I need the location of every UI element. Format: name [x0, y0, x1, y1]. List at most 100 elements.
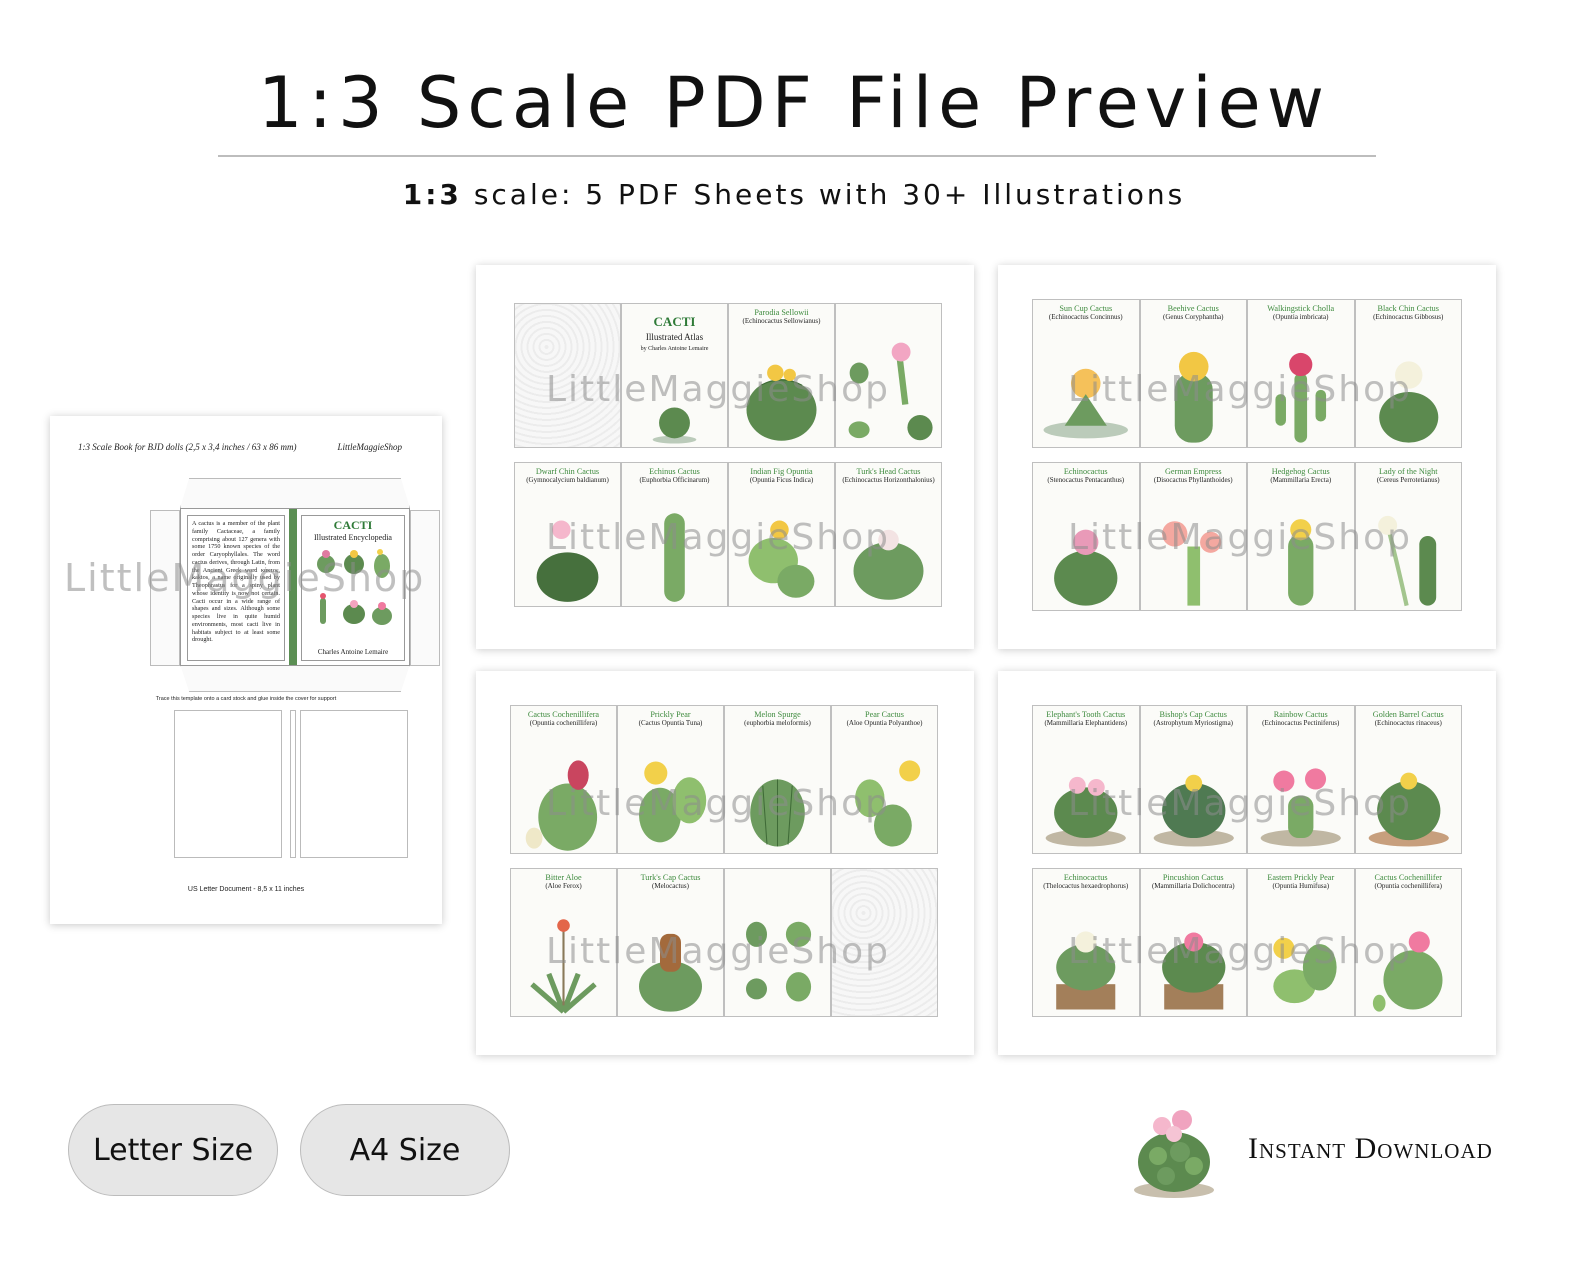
cactus-card-latin: (Opuntia Humifusa) — [1272, 882, 1330, 891]
sheet-3-grid: Cactus Cochenillifera (Opuntia cochenill… — [510, 705, 938, 1017]
cactus-card: Pear Cactus (Aloe Opuntia Polyanthoe) — [831, 705, 938, 854]
front-cover-title: CACTI — [333, 518, 373, 532]
letter-template-sheet: 1:3 Scale Book for BJD dolls (2,5 x 3,4 … — [50, 416, 442, 924]
cactus-card-latin: (Echinocactus Pectiniferus) — [1262, 719, 1340, 728]
instant-download-label: Instant Download — [1248, 1132, 1493, 1165]
cactus-card: Elephant's Tooth Cactus (Mammillaria Ele… — [1032, 705, 1140, 854]
cactus-card-name: Bitter Aloe — [545, 873, 582, 882]
cactus-illustration — [748, 520, 815, 598]
cover-flap-top — [180, 478, 410, 508]
cactus-card — [835, 303, 942, 448]
cactus-illustration — [750, 779, 805, 847]
cactus-card-latin: (Mammillaria Dolichocentra) — [1151, 882, 1235, 891]
cactus-illustration — [652, 407, 697, 444]
cactus-card-name: Black Chin Cactus — [1377, 304, 1439, 313]
cactus-card-name: Eastern Prickly Pear — [1267, 873, 1335, 882]
front-cover-cacti-illustration — [317, 549, 392, 625]
cactus-illustration — [1054, 529, 1118, 606]
book-spine — [289, 509, 297, 665]
cactus-card: Echinocactus (Thelocactus hexaedrophorus… — [1032, 868, 1140, 1017]
title-divider — [218, 155, 1376, 157]
cactus-card: Echinus Cactus (Euphorbia Officinarum) — [621, 462, 728, 607]
cactus-card-name: Echinocactus — [1063, 467, 1108, 476]
letter-sheet-footer: US Letter Document - 8,5 x 11 inches — [187, 886, 305, 893]
template-note: Trace this template onto a card stock an… — [155, 696, 337, 702]
cactus-card-name: Turk's Head Cactus — [856, 467, 921, 476]
front-cover-author: Charles Antoine Lemaire — [317, 648, 389, 656]
cactus-illustration — [1273, 937, 1337, 1004]
preview-sheet-4: Elephant's Tooth Cactus (Mammillaria Ele… — [998, 671, 1496, 1055]
cactus-illustration — [1161, 932, 1225, 1010]
cactus-card: Lady of the Night (Cereus Perrotetianus) — [1354, 462, 1462, 611]
subtitle-text: scale: 5 PDF Sheets with 30+ Illustratio… — [461, 178, 1186, 211]
sheet-1-grid: CACTI Illustrated Atlas by Charles Antoi… — [514, 303, 942, 607]
cactus-illustration — [1056, 931, 1116, 1010]
cactus-card-latin: (euphorbia meloformis) — [744, 719, 811, 728]
cactus-card-latin: (Genus Coryphantha) — [1163, 313, 1224, 322]
cactus-illustration — [530, 919, 597, 1014]
cactus-card-latin: (Echinocactus rinaceus) — [1374, 719, 1442, 728]
cactus-card-name: Beehive Cactus — [1167, 304, 1219, 313]
cactus-card-name: Turk's Cap Cactus — [640, 873, 701, 882]
cactus-illustration — [1153, 774, 1234, 847]
cactus-card-latin: (Thelocactus hexaedrophorus) — [1043, 882, 1129, 891]
cactus-card-latin: (Melocactus) — [652, 882, 689, 891]
cactus-card-latin: (Euphorbia Officinarum) — [639, 476, 710, 485]
cactus-illustration — [848, 343, 933, 441]
cactus-card-latin: (Echinocactus Horizonthalonius) — [842, 476, 935, 485]
cactus-card-name: Walkingstick Cholla — [1267, 304, 1335, 313]
cactus-card-name: Elephant's Tooth Cactus — [1046, 710, 1126, 719]
cactus-card: Prickly Pear (Cactus Opuntia Tuna) — [617, 705, 724, 854]
cactus-illustration — [664, 513, 685, 602]
cactus-illustration — [746, 921, 812, 1002]
cactus-card-latin: (Cereus Perrotetianus) — [1376, 476, 1440, 485]
cactus-card-name: Hedgehog Cactus — [1271, 467, 1330, 476]
cactus-card-name: Cactus Cochenillifer — [1374, 873, 1443, 882]
cover-cell-title: CACTI — [653, 314, 696, 329]
cactus-card: Turk's Head Cactus (Echinocactus Horizon… — [835, 462, 942, 607]
cactus-illustration — [525, 760, 598, 851]
cactus-illustration — [1288, 519, 1314, 606]
cactus-illustration — [746, 364, 817, 441]
cactus-card: Bitter Aloe (Aloe Ferox) — [510, 868, 617, 1017]
cactus-card: Cactus Cochenillifer (Opuntia cochenilli… — [1354, 868, 1462, 1017]
cactus-illustration — [1372, 931, 1443, 1012]
cactus-card-latin: (Opuntia cochenillifera) — [529, 719, 598, 728]
cactus-card-name: Lady of the Night — [1379, 467, 1438, 476]
a4-size-button[interactable]: A4 Size — [300, 1104, 510, 1196]
letter-sheet-header: 1:3 Scale Book for BJD dolls (2,5 x 3,4 … — [78, 442, 297, 452]
lace-pattern-cell — [831, 868, 938, 1017]
cactus-card-latin: (Mammillaria Erecta) — [1270, 476, 1332, 485]
cactus-card: Golden Barrel Cactus (Echinocactus rinac… — [1354, 705, 1462, 854]
cactus-card-name: Golden Barrel Cactus — [1372, 710, 1444, 719]
cactus-illustration — [1260, 768, 1341, 847]
cactus-card: Eastern Prickly Pear (Opuntia Humifusa) — [1247, 868, 1355, 1017]
cover-cell: CACTI Illustrated Atlas by Charles Antoi… — [621, 303, 728, 448]
cactus-icon — [1134, 1110, 1214, 1198]
book-cover-template: A cactus is a member of the plant family… — [180, 508, 410, 666]
preview-sheet-1: CACTI Illustrated Atlas by Charles Antoi… — [476, 265, 974, 649]
cactus-card-latin: (Opuntia imbricata) — [1273, 313, 1329, 322]
cactus-illustration — [1174, 352, 1213, 443]
cactus-card-name: Rainbow Cactus — [1273, 710, 1328, 719]
cactus-illustration — [855, 760, 921, 847]
cactus-card-name: Dwarf Chin Cactus — [535, 467, 600, 476]
cactus-card-latin: (Aloe Opuntia Polyanthoe) — [846, 719, 923, 728]
cactus-card-name: Indian Fig Opuntia — [750, 467, 813, 476]
cactus-card-latin: (Opuntia cochenillifera) — [1374, 882, 1442, 891]
cactus-illustration — [1377, 516, 1436, 607]
cactus-card: Black Chin Cactus (Echinocactus Gibbosus… — [1354, 299, 1462, 448]
cactus-illustration — [536, 520, 599, 602]
cactus-card-latin: (Gymnocalycium baldianum) — [526, 476, 609, 485]
letter-size-button[interactable]: Letter Size — [68, 1104, 278, 1196]
cactus-illustration — [1368, 772, 1449, 847]
cover-flap-right — [410, 510, 440, 666]
cactus-card-name: Echinus Cactus — [649, 467, 700, 476]
sheet-2-grid: Sun Cup Cactus (Echinocactus Concinnus) … — [1032, 299, 1462, 611]
support-board-left — [174, 710, 282, 858]
subtitle-scale: 1:3 — [402, 178, 462, 211]
cactus-illustration — [853, 529, 924, 600]
cactus-card-latin: (Aloe Ferox) — [545, 882, 582, 891]
cactus-card-latin: (Disocactus Phyllanthoides) — [1153, 476, 1233, 485]
cactus-card-name: Bishop's Cap Cactus — [1159, 710, 1227, 719]
